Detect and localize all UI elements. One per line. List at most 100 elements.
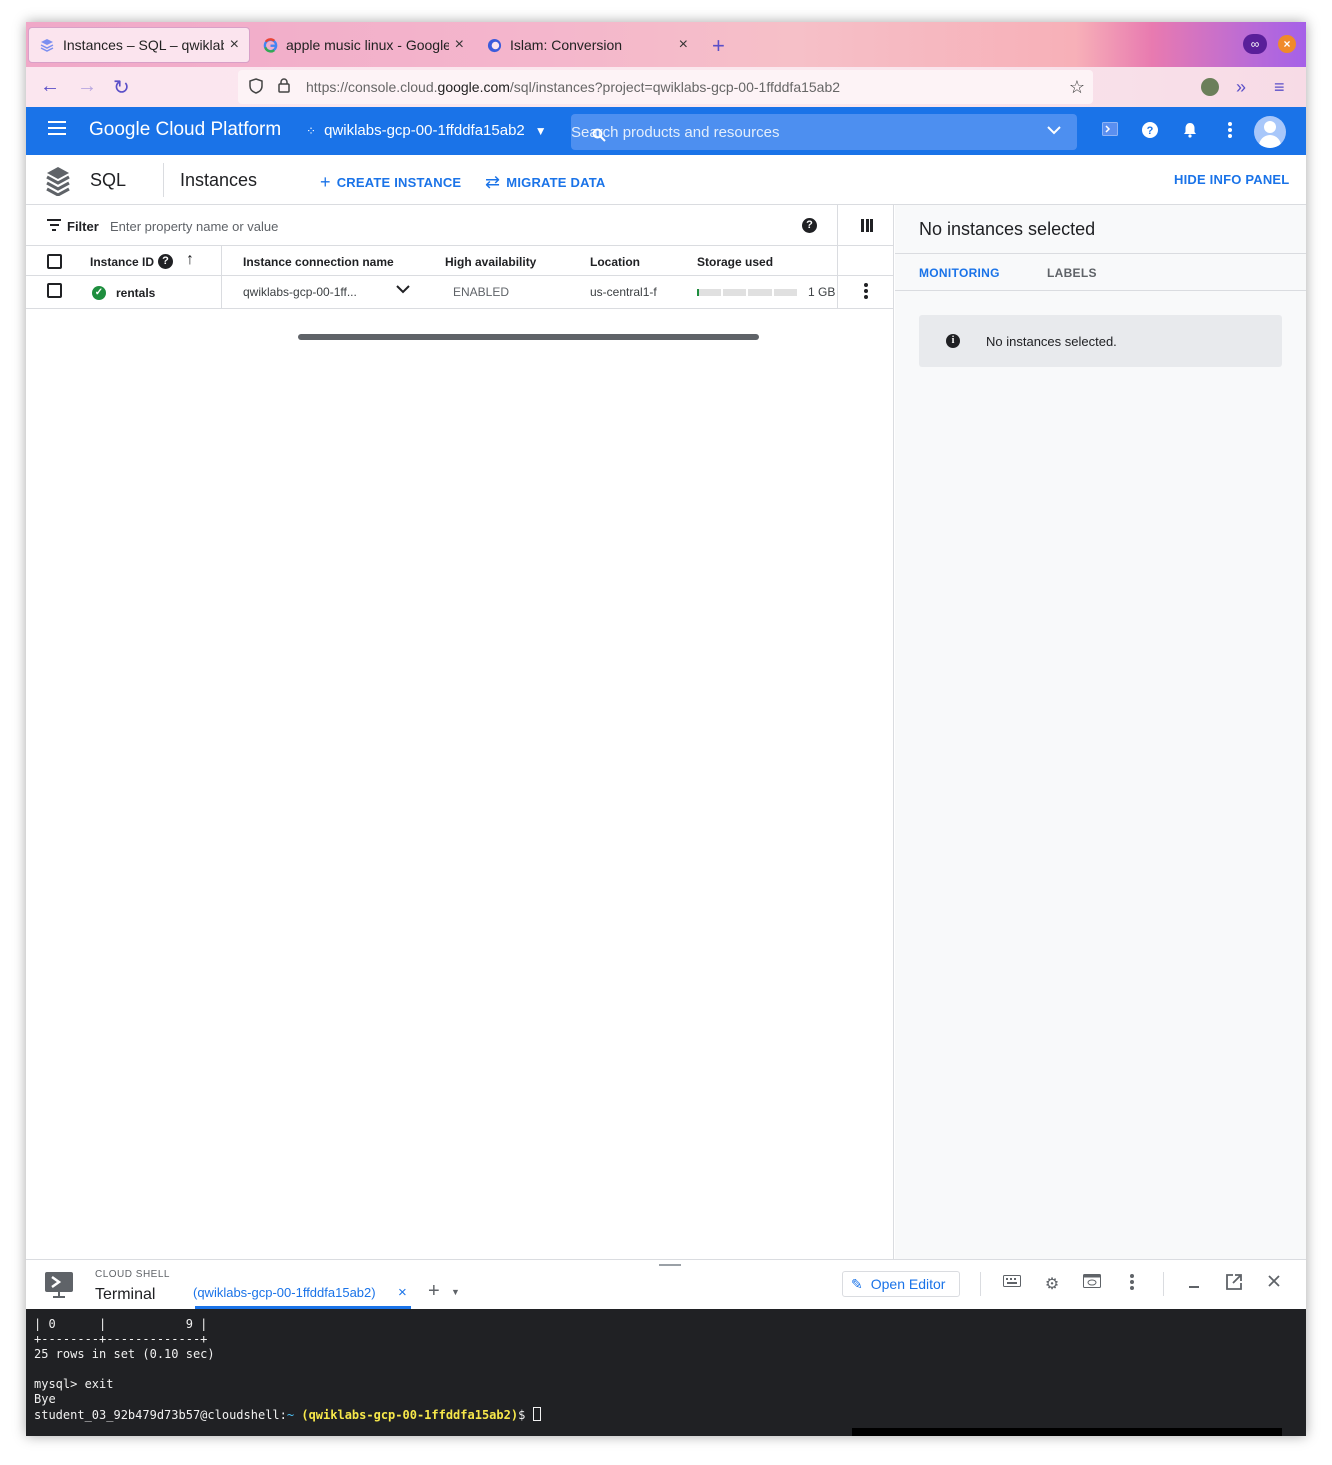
info-panel: No instances selected MONITORING LABELS … — [895, 205, 1306, 1259]
prompt-tilde: ~ — [286, 1408, 295, 1422]
tab-labels[interactable]: LABELS — [1047, 266, 1097, 280]
cloud-shell-bar: CLOUD SHELL Terminal (qwiklabs-gcp-00-1f… — [26, 1259, 1306, 1309]
column-header-high-availability[interactable]: High availability — [445, 255, 536, 269]
migrate-data-label: MIGRATE DATA — [506, 175, 606, 190]
connection-name-cell: qwiklabs-gcp-00-1ff... — [243, 285, 357, 299]
column-header-instance-id[interactable]: Instance ID — [90, 255, 154, 269]
browser-tab-google[interactable]: apple music linux - Google × — [252, 27, 474, 63]
search-box[interactable]: Search products and resources — [571, 114, 1077, 150]
instance-id-help-icon[interactable]: ? — [158, 254, 173, 269]
prompt-suffix: $ — [518, 1408, 526, 1422]
horizontal-scrollbar[interactable] — [298, 334, 759, 340]
tab-title: Islam: Conversion — [510, 37, 623, 53]
gcp-brand[interactable]: Google Cloud Platform — [89, 119, 281, 141]
hide-info-panel-label: HIDE INFO PANEL — [1174, 172, 1290, 187]
info-message-text: No instances selected. — [986, 334, 1117, 349]
project-selector[interactable]: ⁘ qwiklabs-gcp-00-1ffddfa15ab2 ▼ — [306, 122, 547, 139]
filter-input[interactable]: Enter property name or value — [110, 219, 278, 234]
cloud-sql-logo-icon — [46, 166, 70, 197]
create-instance-button[interactable]: + CREATE INSTANCE — [320, 172, 461, 193]
terminal-prompt-line: student_03_92b479d73b57@cloudshell:~ (qw… — [34, 1407, 1306, 1423]
terminal-overlay-bar — [852, 1428, 1282, 1436]
column-divider — [837, 276, 838, 308]
keyboard-icon[interactable] — [1002, 1274, 1022, 1292]
new-tab-plus-icon[interactable]: + — [712, 33, 725, 59]
shield-icon[interactable] — [246, 77, 266, 97]
column-header-location[interactable]: Location — [590, 255, 640, 269]
terminal-line: 25 rows in set (0.10 sec) — [34, 1347, 215, 1361]
cloud-shell-icon[interactable] — [1100, 122, 1120, 141]
terminal-output[interactable]: | 0 | 9 | +--------+-------------+ 25 rows… — [26, 1309, 1306, 1436]
high-availability-cell: ENABLED — [453, 285, 510, 299]
add-session-plus-icon[interactable]: + — [428, 1280, 440, 1303]
open-editor-button[interactable]: ✎ Open Editor — [842, 1271, 960, 1297]
row-checkbox[interactable] — [47, 283, 62, 298]
filter-bar: Filter Enter property name or value ? — [26, 205, 894, 246]
lock-icon[interactable] — [274, 78, 294, 96]
cloud-shell-label: CLOUD SHELL — [95, 1269, 170, 1280]
select-all-checkbox[interactable] — [47, 254, 62, 269]
close-shell-icon[interactable] — [1264, 1274, 1284, 1292]
instance-id-link[interactable]: rentals — [116, 286, 155, 300]
browser-tab-islam[interactable]: Islam: Conversion × — [476, 27, 698, 63]
account-avatar[interactable] — [1254, 116, 1286, 148]
column-header-connection-name[interactable]: Instance connection name — [243, 255, 394, 269]
navigation-menu-icon[interactable] — [48, 121, 66, 135]
terminal-line: | 0 | 9 | — [34, 1317, 208, 1331]
bookmark-star-icon[interactable]: ☆ — [1069, 77, 1085, 98]
more-tools-chevron-icon[interactable]: » — [1236, 77, 1246, 98]
tab-title: Instances – SQL – qwiklabs- — [63, 37, 224, 53]
expand-chevron-down-icon[interactable] — [396, 283, 410, 297]
info-message-box: i No instances selected. — [919, 315, 1282, 367]
close-tab-icon[interactable]: × — [455, 36, 464, 54]
notifications-bell-icon[interactable] — [1180, 122, 1200, 143]
help-icon[interactable]: ? — [1140, 122, 1160, 143]
close-tab-icon[interactable]: × — [679, 36, 688, 54]
url-prefix: https://console.cloud. — [306, 79, 438, 95]
instances-list-pane: Filter Enter property name or value ? In… — [26, 205, 894, 1259]
column-divider — [221, 276, 222, 308]
close-session-icon[interactable]: × — [398, 1284, 407, 1301]
filter-help-icon[interactable]: ? — [802, 218, 817, 233]
url-bar[interactable]: https://console.cloud.google.com/sql/ins… — [238, 70, 1093, 104]
more-vert-icon[interactable] — [1220, 122, 1240, 143]
minimize-icon[interactable] — [1184, 1274, 1204, 1293]
open-editor-label: Open Editor — [870, 1276, 946, 1292]
close-window-icon[interactable]: × — [1278, 35, 1296, 53]
app-menu-icon[interactable]: ≡ — [1274, 77, 1285, 98]
settings-gear-icon[interactable]: ⚙ — [1042, 1274, 1062, 1294]
web-preview-icon[interactable] — [1082, 1274, 1102, 1293]
open-in-new-window-icon[interactable] — [1224, 1274, 1244, 1295]
table-row[interactable]: ✓ rentals qwiklabs-gcp-00-1ff... ENABLED… — [26, 276, 894, 309]
chevron-down-icon[interactable] — [1047, 122, 1061, 138]
column-divider — [837, 246, 838, 275]
private-browsing-mask-icon[interactable]: ∞ — [1243, 34, 1267, 54]
extension-globe-icon[interactable] — [1201, 78, 1219, 96]
browser-tab-instances[interactable]: Instances – SQL – qwiklabs- × — [28, 27, 250, 63]
migrate-data-button[interactable]: ⇄ MIGRATE DATA — [485, 172, 605, 193]
column-header-storage-used[interactable]: Storage used — [697, 255, 773, 269]
cloud-sql-favicon-icon — [39, 37, 55, 53]
forward-arrow-icon[interactable]: → — [77, 75, 97, 98]
column-display-options-icon[interactable] — [861, 219, 873, 232]
back-arrow-icon[interactable]: ← — [40, 75, 60, 98]
shell-session-tab[interactable]: (qwiklabs-gcp-00-1ffddfa15ab2) — [193, 1285, 376, 1300]
sort-ascending-arrow-icon[interactable]: ↑ — [186, 251, 194, 269]
info-panel-title: No instances selected — [919, 219, 1096, 239]
close-tab-icon[interactable]: × — [230, 36, 239, 54]
tab-monitoring[interactable]: MONITORING — [919, 266, 1000, 280]
britannica-favicon-icon — [486, 37, 502, 53]
resize-handle[interactable] — [659, 1264, 681, 1266]
terminal-line: Bye — [34, 1392, 56, 1406]
cloud-shell-terminal-icon — [44, 1271, 74, 1299]
reload-icon[interactable]: ↻ — [113, 75, 130, 100]
add-session-caret-icon[interactable]: ▼ — [451, 1287, 460, 1297]
more-vert-icon[interactable] — [1122, 1274, 1142, 1295]
product-name: SQL — [90, 170, 127, 190]
row-actions-more-vert-icon[interactable] — [864, 283, 868, 301]
tab-title: apple music linux - Google — [286, 37, 449, 53]
status-ok-check-icon: ✓ — [92, 286, 106, 300]
hide-info-panel-button[interactable]: HIDE INFO PANEL — [1174, 172, 1289, 187]
create-instance-label: CREATE INSTANCE — [336, 175, 462, 190]
